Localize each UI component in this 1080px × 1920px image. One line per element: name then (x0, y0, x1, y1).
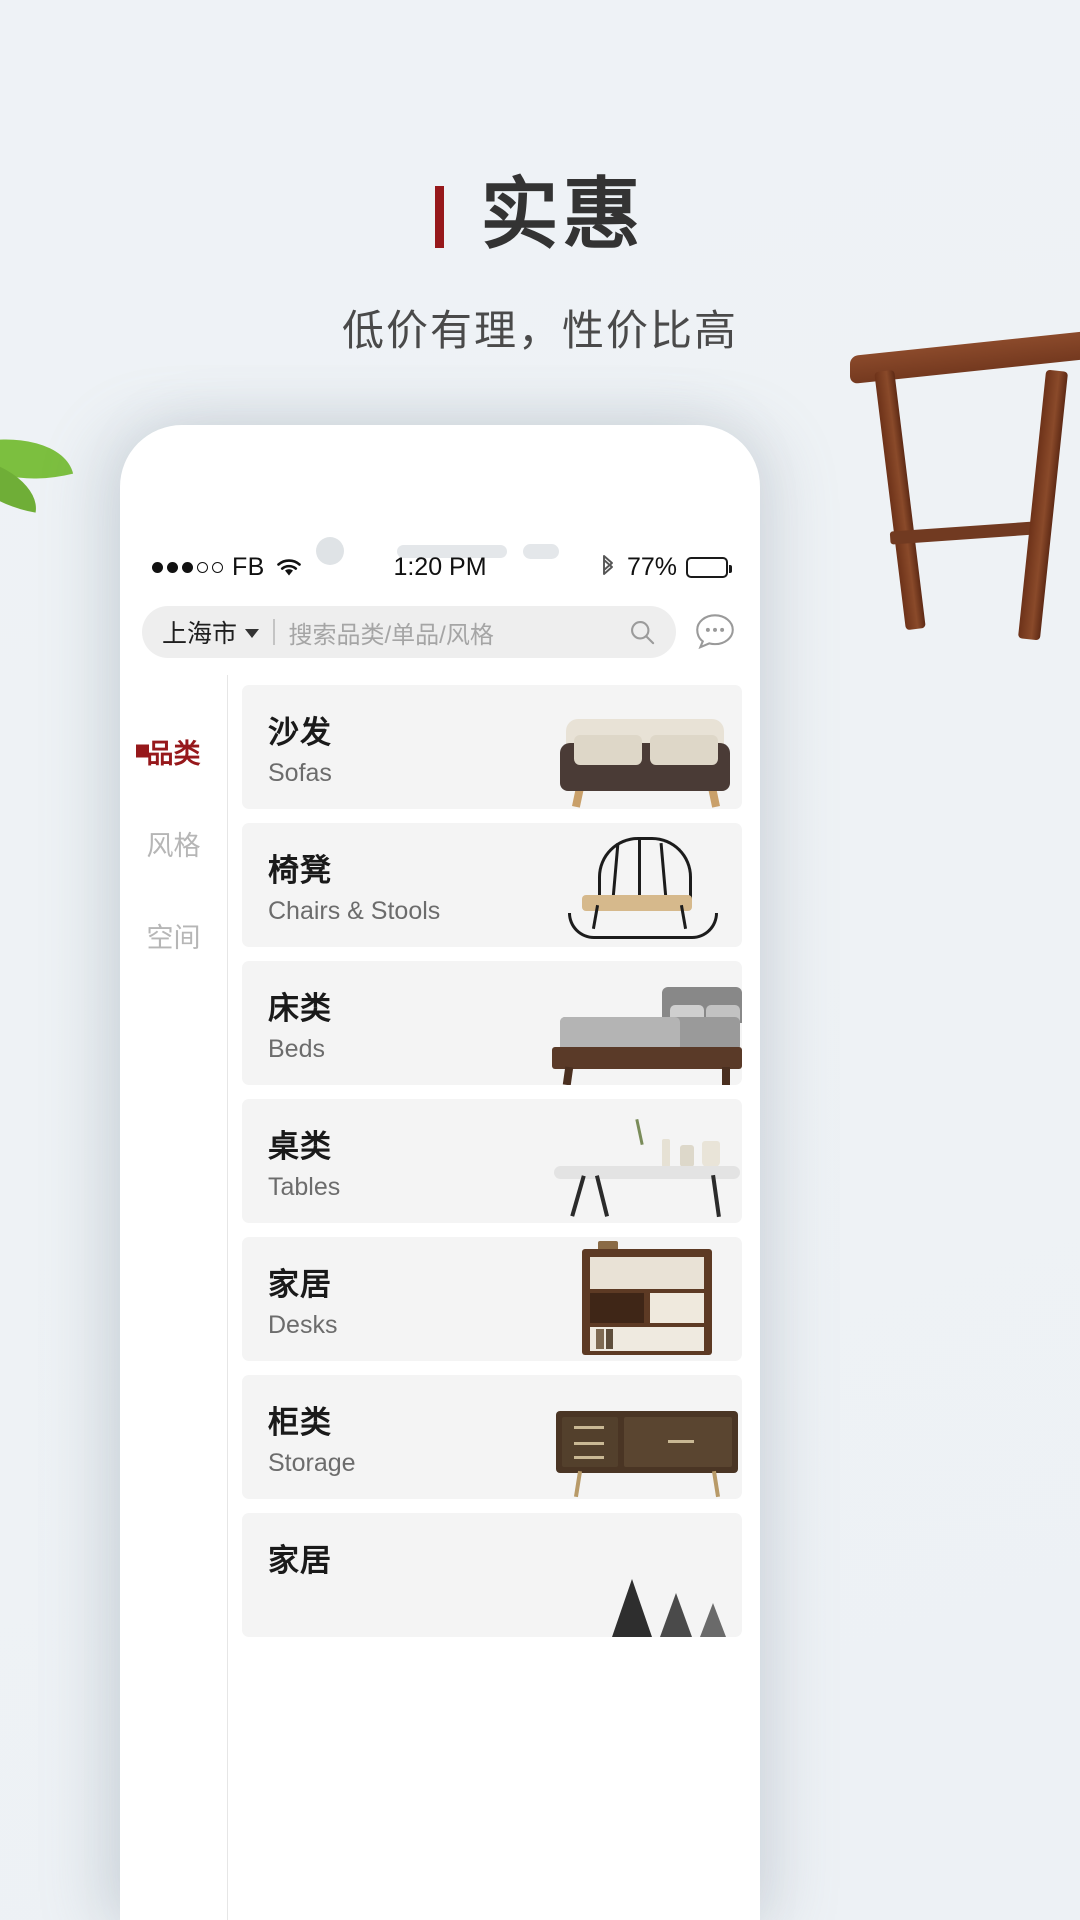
search-row: 上海市 搜索品类/单品/风格 (120, 597, 760, 667)
category-card-storage[interactable]: 柜类 Storage (242, 1375, 742, 1499)
category-card-desks[interactable]: 家居 Desks (242, 1237, 742, 1361)
title-row: 实惠 (435, 175, 644, 253)
search-divider (273, 619, 275, 645)
content-area: 品类 风格 空间 沙发 Sofas 椅凳 Chairs & Stools 床类 … (120, 675, 760, 1920)
city-selector-label[interactable]: 上海市 (162, 614, 237, 650)
page-root: 实惠 低价有理，性价比高 FB 1:20 PM 77% 上海市 搜索品类/单品/… (0, 0, 1080, 1920)
category-sidebar: 品类 风格 空间 (120, 675, 228, 1920)
status-bar-left: FB (152, 553, 393, 582)
sidebar-item-fengge[interactable]: 风格 (120, 797, 227, 889)
search-icon[interactable] (628, 618, 656, 646)
status-bar: FB 1:20 PM 77% (120, 543, 760, 591)
signal-strength-icon (152, 561, 223, 573)
sidebar-item-label: 风格 (146, 830, 201, 861)
sofa-illustration (542, 691, 742, 809)
search-input-placeholder[interactable]: 搜索品类/单品/风格 (289, 615, 628, 650)
chair-illustration (542, 829, 742, 947)
status-bar-time: 1:20 PM (393, 552, 487, 581)
sidebar-item-kongjian[interactable]: 空间 (120, 889, 227, 981)
bluetooth-icon (603, 555, 613, 575)
chevron-down-icon[interactable] (245, 628, 260, 638)
sidebar-item-label: 空间 (146, 922, 201, 953)
battery-percent-label: 77% (626, 552, 678, 581)
storage-illustration (542, 1381, 742, 1499)
phone-notch (120, 481, 760, 565)
page-title: 实惠 (480, 170, 645, 258)
status-bar-right: 77% (487, 552, 733, 582)
category-list[interactable]: 沙发 Sofas 椅凳 Chairs & Stools 床类 Beds 桌类 T… (228, 675, 760, 1920)
active-marker-icon (136, 744, 149, 758)
carrier-label: FB (232, 552, 265, 581)
page-subtitle: 低价有理，性价比高 (341, 307, 738, 354)
accent-bar (435, 186, 445, 248)
search-bar[interactable]: 上海市 搜索品类/单品/风格 (142, 606, 676, 658)
battery-icon (686, 556, 733, 578)
wifi-icon (276, 559, 301, 576)
table-illustration (542, 1105, 742, 1223)
decor-illustration (542, 1519, 742, 1637)
sidebar-item-label: 品类 (146, 738, 201, 769)
category-card-beds[interactable]: 床类 Beds (242, 961, 742, 1085)
chat-bubble-icon[interactable] (692, 609, 738, 655)
page-header: 实惠 低价有理，性价比高 (0, 175, 1080, 358)
sidebar-item-pinlei[interactable]: 品类 (120, 705, 227, 797)
bed-illustration (542, 967, 742, 1085)
category-card-tables[interactable]: 桌类 Tables (242, 1099, 742, 1223)
category-card-sofas[interactable]: 沙发 Sofas (242, 685, 742, 809)
category-card-chairs[interactable]: 椅凳 Chairs & Stools (242, 823, 742, 947)
shelf-illustration (542, 1241, 742, 1361)
category-card-home-decor[interactable]: 家居 (242, 1513, 742, 1637)
phone-mockup: FB 1:20 PM 77% 上海市 搜索品类/单品/风格 品类 风格 空间 沙… (120, 425, 760, 1920)
wooden-stool-decoration (850, 330, 1080, 650)
